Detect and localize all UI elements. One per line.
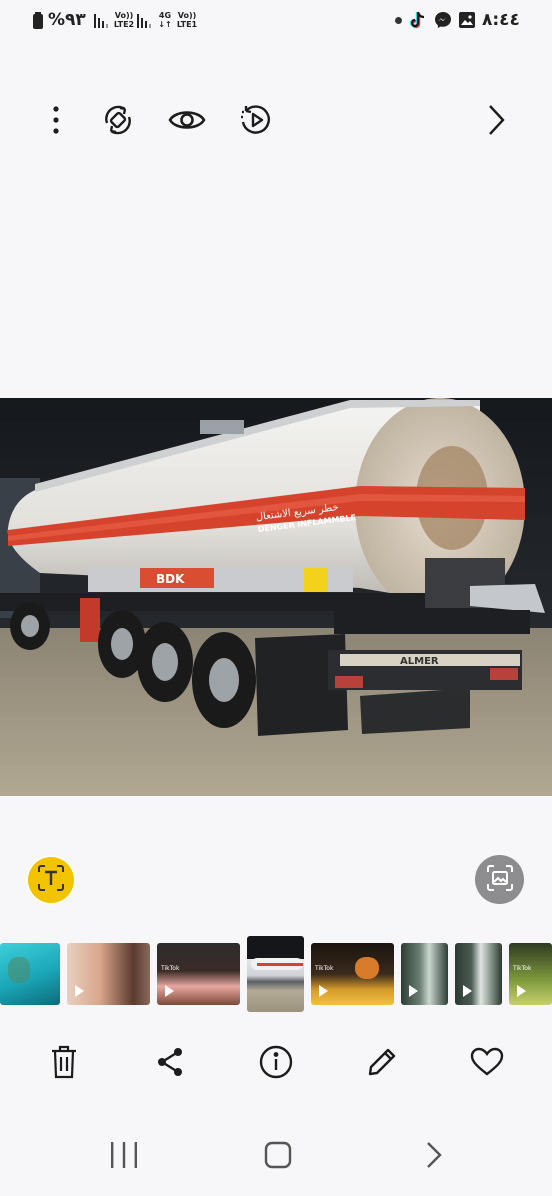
play-icon: [463, 985, 472, 997]
thumbnail[interactable]: [455, 943, 502, 1005]
eye-icon: [168, 107, 206, 137]
thumbnail[interactable]: TikTok: [509, 943, 552, 1005]
info-icon: [259, 1045, 293, 1083]
home-button[interactable]: [258, 1138, 298, 1176]
play-icon: [75, 985, 84, 997]
photo-viewer[interactable]: خطر سريع الاشتعال DENGER INFLAMMBLE BDK …: [0, 398, 552, 796]
back-button[interactable]: [414, 1138, 454, 1176]
thumbnail[interactable]: TikTok: [311, 943, 394, 1005]
view-button[interactable]: [166, 104, 208, 140]
info-button[interactable]: [256, 1044, 296, 1084]
network-type-label: 4G ↓↑: [158, 11, 172, 29]
signal-icon: [137, 13, 153, 32]
back-icon: [426, 1141, 442, 1173]
recents-button[interactable]: [104, 1138, 144, 1176]
battery-icon: [33, 12, 43, 29]
sim1-label: Vo)) LTE2: [113, 11, 135, 29]
share-icon: [156, 1047, 184, 1081]
messenger-icon: [434, 11, 452, 33]
extract-text-button[interactable]: [26, 855, 76, 905]
tiktok-watermark: TikTok: [161, 965, 180, 972]
delete-icon: [50, 1045, 78, 1083]
tanker-truck-photo: خطر سريع الاشتعال DENGER INFLAMMBLE BDK …: [0, 398, 552, 796]
image-search-icon: [486, 864, 514, 896]
more-options-icon: [53, 106, 59, 138]
filmstrip: TikTok TikTok TikTok: [0, 936, 552, 1014]
chevron-right-icon: [487, 104, 505, 140]
sim2-label: Vo)) LTE1: [176, 11, 198, 29]
favorite-button[interactable]: [467, 1044, 507, 1084]
tiktok-watermark: TikTok: [513, 965, 532, 972]
auto-rotate-button[interactable]: [100, 102, 136, 142]
next-button[interactable]: [480, 102, 512, 142]
play-remaster-icon: [238, 102, 274, 142]
share-button[interactable]: [150, 1044, 190, 1084]
favorite-icon: [470, 1047, 504, 1081]
thumbnail[interactable]: TikTok: [157, 943, 240, 1005]
play-icon: [319, 985, 328, 997]
signal-icon: [94, 13, 110, 32]
play-icon: [517, 985, 526, 997]
rear-label: ALMER: [400, 656, 439, 667]
recents-icon: [110, 1142, 138, 1172]
extract-text-icon: [36, 863, 66, 897]
auto-rotate-icon: [101, 103, 135, 141]
thumbnail[interactable]: [401, 943, 448, 1005]
more-options-button[interactable]: [40, 104, 72, 140]
status-bar: %٩٣ Vo)) LTE2 4G ↓↑ Vo)) LTE1 ٨:٤٤: [0, 0, 552, 40]
tiktok-icon: [409, 10, 427, 34]
play-icon: [409, 985, 418, 997]
thumbnail-current[interactable]: [247, 936, 304, 1012]
battery-percent: %٩٣: [48, 10, 86, 30]
dot-icon: [395, 17, 402, 24]
thumbnail[interactable]: [0, 943, 60, 1005]
remaster-play-button[interactable]: [236, 102, 276, 142]
edit-icon: [366, 1046, 398, 1082]
play-icon: [165, 985, 174, 997]
tiktok-watermark: TikTok: [315, 965, 334, 972]
gallery-icon: [459, 12, 475, 32]
thumbnail[interactable]: [67, 943, 150, 1005]
clock: ٨:٤٤: [482, 10, 520, 30]
home-icon: [264, 1141, 292, 1173]
image-search-button[interactable]: [475, 855, 524, 904]
delete-button[interactable]: [44, 1044, 84, 1084]
brand-plate: BDK: [156, 572, 185, 586]
edit-button[interactable]: [362, 1044, 402, 1084]
